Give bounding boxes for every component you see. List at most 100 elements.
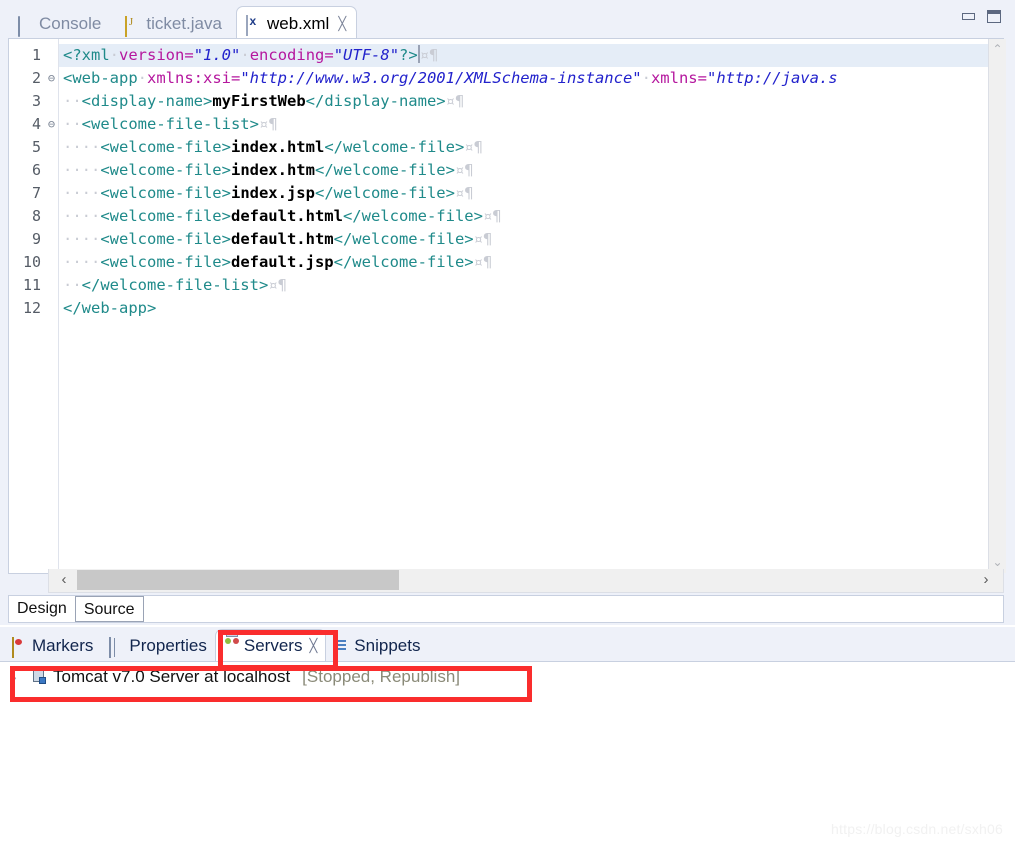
fold-toggle-icon[interactable]: ⊖ [45,113,58,136]
close-icon[interactable]: ╳ [338,17,346,30]
snippets-icon [334,636,349,658]
line-number: 2 [31,69,41,87]
minimize-icon[interactable] [962,13,975,20]
editor-vertical-scrollbar[interactable]: ⌃ ⌄ [988,39,1006,573]
line-number: 5 [31,138,41,156]
code-token: <?xml [63,46,110,64]
code-line[interactable]: ····<welcome-file>index.html</welcome-fi… [59,136,1003,159]
close-icon[interactable]: ╳ [309,638,317,654]
code-token: = [324,46,334,64]
scroll-right-icon[interactable]: › [975,569,997,591]
editor-tab-console[interactable]: Console [8,8,115,40]
fold-toggle-icon[interactable]: ⊖ [45,67,58,90]
tab-properties[interactable]: Properties [101,631,214,661]
line-number: 3 [31,92,41,110]
editor-horizontal-scrollbar[interactable]: ‹ › [48,569,1004,593]
eclipse-window: Console ticket.java web.xml ╳ 1234567891… [0,0,1015,847]
line-number: 8 [31,207,41,225]
code-token: ···· [63,207,101,225]
code-line[interactable]: ····<welcome-file>index.jsp</welcome-fil… [59,182,1003,205]
code-line[interactable]: <web-app·xmlns:xsi="http://www.w3.org/20… [59,67,1003,90]
code-token: </display-name> [305,92,446,110]
code-token: index.htm [230,161,315,179]
code-line[interactable]: ··<welcome-file-list>¤¶ [59,113,1003,136]
code-token: </welcome-file> [324,138,465,156]
code-token: "UTF-8" [333,46,400,64]
line-number: 10 [22,253,41,271]
code-token: ¤¶ [445,92,465,110]
line-number: 9 [31,230,41,248]
code-token: · [137,69,147,87]
code-token: <welcome-file> [100,207,231,225]
line-number: 6 [31,161,41,179]
editor-tab-ticket-java[interactable]: ticket.java [115,8,236,40]
code-line[interactable]: ····<welcome-file>default.jsp</welcome-f… [59,251,1003,274]
java-file-icon [125,15,140,37]
editor-tab-console-label: Console [39,14,102,33]
code-token: xmlns [650,69,698,87]
code-token: ¤¶ [454,184,474,202]
markers-icon [12,636,27,658]
xml-file-icon [245,15,261,36]
code-token: <welcome-file> [100,161,231,179]
code-token: = [697,69,707,87]
horizontal-scroll-thumb[interactable] [77,570,399,590]
code-token: "1.0" [193,46,241,64]
server-name: Tomcat v7.0 Server at localhost [53,667,291,686]
code-line[interactable]: </web-app> [59,297,1003,320]
code-token: </welcome-file> [333,253,474,271]
code-token: <welcome-file-list> [81,115,259,133]
code-line[interactable]: ····<welcome-file>index.htm</welcome-fil… [59,159,1003,182]
maximize-icon[interactable] [987,10,1001,23]
folding-gutter[interactable]: ⊖ ⊖ [45,39,59,573]
code-token: · [240,46,250,64]
code-token: xmlns:xsi [147,69,231,87]
tab-source[interactable]: Source [74,596,144,622]
code-text-area[interactable]: <?xml·version="1.0"·encoding="UTF-8"?> ¤¶… [59,39,1003,573]
tab-design[interactable]: Design [9,596,75,622]
code-line[interactable]: ··</welcome-file-list>¤¶ [59,274,1003,297]
code-token: <welcome-file> [100,253,231,271]
code-editor[interactable]: 1 2 3 4 5 6 7 8 9 10 11 12 ⊖ ⊖ <?xml·version="1.0"·e… [8,38,1004,574]
code-token: ···· [63,184,101,202]
editor-tab-web-xml[interactable]: web.xml ╳ [235,6,358,40]
code-line[interactable]: ····<welcome-file>default.html</welcome-… [59,205,1003,228]
tab-markers[interactable]: Markers [4,631,101,661]
expand-arrow-icon[interactable]: › [12,669,26,685]
code-line[interactable]: ··<display-name>myFirstWeb</display-name… [59,90,1003,113]
code-token: <welcome-file> [100,138,231,156]
code-token: index.jsp [230,184,315,202]
editor-mode-tabs: Design Source [8,595,1004,623]
code-token: <display-name> [81,92,213,110]
bottom-view-pane: Markers Properties Servers ╳ Snippets › … [0,627,1015,847]
code-token: ¤¶ [473,253,493,271]
code-token: <welcome-file> [100,184,231,202]
scroll-up-icon[interactable]: ⌃ [989,41,1006,58]
code-token: ?> [399,46,418,64]
code-token: ·· [63,276,82,294]
editor-tab-bar: Console ticket.java web.xml ╳ [0,0,1015,40]
code-token: ···· [63,253,101,271]
line-number-gutter: 1 2 3 4 5 6 7 8 9 10 11 12 [9,39,45,573]
code-line[interactable]: <?xml·version="1.0"·encoding="UTF-8"?> ¤¶ [59,44,1003,67]
code-token: </web-app> [63,299,157,317]
code-token: ·· [63,115,82,133]
code-token: ¤¶ [482,207,502,225]
tab-snippets-label: Snippets [354,636,421,655]
tab-snippets[interactable]: Snippets [326,631,428,661]
bottom-view-tab-bar: Markers Properties Servers ╳ Snippets [0,627,1015,661]
servers-icon [224,637,239,654]
servers-view-body: › Tomcat v7.0 Server at localhost [Stopp… [0,661,1015,847]
code-line[interactable]: ····<welcome-file>default.htm</welcome-f… [59,228,1003,251]
code-token: </welcome-file> [314,184,455,202]
line-number: 11 [22,276,41,294]
code-token: = [231,69,241,87]
code-token: ¤¶ [258,115,278,133]
tab-servers[interactable]: Servers ╳ [214,629,327,661]
scroll-left-icon[interactable]: ‹ [53,569,75,591]
server-list-item[interactable]: › Tomcat v7.0 Server at localhost [Stopp… [0,662,1015,692]
